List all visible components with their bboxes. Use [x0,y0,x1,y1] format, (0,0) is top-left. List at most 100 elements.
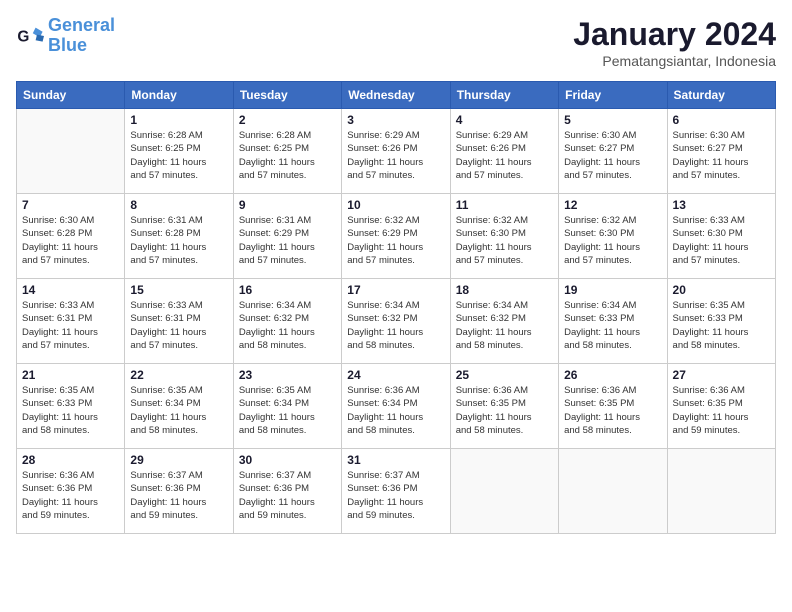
day-info: Sunrise: 6:35 AM Sunset: 6:33 PM Dayligh… [673,299,770,352]
day-info: Sunrise: 6:35 AM Sunset: 6:33 PM Dayligh… [22,384,119,437]
day-number: 19 [564,283,661,297]
day-info: Sunrise: 6:34 AM Sunset: 6:32 PM Dayligh… [239,299,336,352]
column-header-tuesday: Tuesday [233,82,341,109]
column-header-saturday: Saturday [667,82,775,109]
day-number: 28 [22,453,119,467]
day-number: 18 [456,283,553,297]
day-info: Sunrise: 6:32 AM Sunset: 6:30 PM Dayligh… [456,214,553,267]
day-info: Sunrise: 6:30 AM Sunset: 6:28 PM Dayligh… [22,214,119,267]
day-info: Sunrise: 6:36 AM Sunset: 6:36 PM Dayligh… [22,469,119,522]
day-number: 7 [22,198,119,212]
day-number: 6 [673,113,770,127]
day-info: Sunrise: 6:32 AM Sunset: 6:30 PM Dayligh… [564,214,661,267]
calendar-cell: 6Sunrise: 6:30 AM Sunset: 6:27 PM Daylig… [667,109,775,194]
calendar-cell: 10 Sunrise: 6:32 AM Sunset: 6:29 PM Dayli… [342,194,450,279]
day-info: Sunrise: 6:36 AM Sunset: 6:35 PM Dayligh… [564,384,661,437]
day-number: 12 [564,198,661,212]
column-header-friday: Friday [559,82,667,109]
calendar-cell: 8 Sunrise: 6:31 AM Sunset: 6:28 PM Daylig… [125,194,233,279]
day-info: Sunrise: 6:35 AM Sunset: 6:34 PM Dayligh… [130,384,227,437]
day-number: 14 [22,283,119,297]
day-number: 17 [347,283,444,297]
week-row-5: 28 Sunrise: 6:36 AM Sunset: 6:36 PM Dayli… [17,449,776,534]
column-header-sunday: Sunday [17,82,125,109]
day-number: 15 [130,283,227,297]
calendar-cell: 26 Sunrise: 6:36 AM Sunset: 6:35 PM Dayli… [559,364,667,449]
page-header: G General Blue January 2024 Pematangsian… [16,16,776,69]
calendar-cell: 15 Sunrise: 6:33 AM Sunset: 6:31 PM Dayli… [125,279,233,364]
calendar-cell [450,449,558,534]
calendar-cell: 29 Sunrise: 6:37 AM Sunset: 6:36 PM Dayli… [125,449,233,534]
day-info: Sunrise: 6:37 AM Sunset: 6:36 PM Dayligh… [130,469,227,522]
calendar-cell: 24Sunrise: 6:36 AM Sunset: 6:34 PM Dayli… [342,364,450,449]
calendar-cell: 20 Sunrise: 6:35 AM Sunset: 6:33 PM Dayli… [667,279,775,364]
day-number: 31 [347,453,444,467]
day-number: 4 [456,113,553,127]
calendar-cell: 9 Sunrise: 6:31 AM Sunset: 6:29 PM Daylig… [233,194,341,279]
logo: G General Blue [16,16,115,56]
day-number: 8 [130,198,227,212]
day-number: 10 [347,198,444,212]
week-row-4: 21Sunrise: 6:35 AM Sunset: 6:33 PM Dayli… [17,364,776,449]
day-info: Sunrise: 6:31 AM Sunset: 6:28 PM Dayligh… [130,214,227,267]
calendar-cell: 31 Sunrise: 6:37 AM Sunset: 6:36 PM Dayli… [342,449,450,534]
day-info: Sunrise: 6:34 AM Sunset: 6:32 PM Dayligh… [347,299,444,352]
day-info: Sunrise: 6:35 AM Sunset: 6:34 PM Dayligh… [239,384,336,437]
week-row-1: 1 Sunrise: 6:28 AM Sunset: 6:25 PM Daylig… [17,109,776,194]
calendar-cell: 23 Sunrise: 6:35 AM Sunset: 6:34 PM Dayli… [233,364,341,449]
day-number: 1 [130,113,227,127]
calendar-cell: 3Sunrise: 6:29 AM Sunset: 6:26 PM Daylig… [342,109,450,194]
day-number: 25 [456,368,553,382]
day-number: 11 [456,198,553,212]
calendar-cell: 14 Sunrise: 6:33 AM Sunset: 6:31 PM Dayli… [17,279,125,364]
day-info: Sunrise: 6:32 AM Sunset: 6:29 PM Dayligh… [347,214,444,267]
day-info: Sunrise: 6:29 AM Sunset: 6:26 PM Dayligh… [456,129,553,182]
calendar-cell: 7 Sunrise: 6:30 AM Sunset: 6:28 PM Daylig… [17,194,125,279]
calendar-cell: 4 Sunrise: 6:29 AM Sunset: 6:26 PM Daylig… [450,109,558,194]
day-number: 9 [239,198,336,212]
day-info: Sunrise: 6:37 AM Sunset: 6:36 PM Dayligh… [239,469,336,522]
column-header-thursday: Thursday [450,82,558,109]
day-info: Sunrise: 6:33 AM Sunset: 6:31 PM Dayligh… [130,299,227,352]
calendar-cell: 21Sunrise: 6:35 AM Sunset: 6:33 PM Dayli… [17,364,125,449]
day-number: 5 [564,113,661,127]
day-info: Sunrise: 6:36 AM Sunset: 6:35 PM Dayligh… [456,384,553,437]
calendar-cell [667,449,775,534]
calendar-header-row: SundayMondayTuesdayWednesdayThursdayFrid… [17,82,776,109]
calendar-cell: 19 Sunrise: 6:34 AM Sunset: 6:33 PM Dayli… [559,279,667,364]
day-info: Sunrise: 6:33 AM Sunset: 6:31 PM Dayligh… [22,299,119,352]
day-number: 2 [239,113,336,127]
day-info: Sunrise: 6:34 AM Sunset: 6:33 PM Dayligh… [564,299,661,352]
day-info: Sunrise: 6:37 AM Sunset: 6:36 PM Dayligh… [347,469,444,522]
day-number: 13 [673,198,770,212]
day-info: Sunrise: 6:28 AM Sunset: 6:25 PM Dayligh… [130,129,227,182]
calendar-cell: 22Sunrise: 6:35 AM Sunset: 6:34 PM Dayli… [125,364,233,449]
day-info: Sunrise: 6:33 AM Sunset: 6:30 PM Dayligh… [673,214,770,267]
calendar-cell: 11 Sunrise: 6:32 AM Sunset: 6:30 PM Dayli… [450,194,558,279]
day-info: Sunrise: 6:36 AM Sunset: 6:34 PM Dayligh… [347,384,444,437]
calendar-cell: 25 Sunrise: 6:36 AM Sunset: 6:35 PM Dayli… [450,364,558,449]
calendar-cell: 2 Sunrise: 6:28 AM Sunset: 6:25 PM Daylig… [233,109,341,194]
day-number: 20 [673,283,770,297]
day-number: 27 [673,368,770,382]
calendar-cell: 5 Sunrise: 6:30 AM Sunset: 6:27 PM Daylig… [559,109,667,194]
day-number: 26 [564,368,661,382]
day-info: Sunrise: 6:30 AM Sunset: 6:27 PM Dayligh… [564,129,661,182]
calendar-cell: 27 Sunrise: 6:36 AM Sunset: 6:35 PM Dayli… [667,364,775,449]
calendar-cell: 13 Sunrise: 6:33 AM Sunset: 6:30 PM Dayli… [667,194,775,279]
calendar-cell [559,449,667,534]
day-number: 30 [239,453,336,467]
day-info: Sunrise: 6:28 AM Sunset: 6:25 PM Dayligh… [239,129,336,182]
day-number: 23 [239,368,336,382]
calendar-cell: 16Sunrise: 6:34 AM Sunset: 6:32 PM Dayli… [233,279,341,364]
day-info: Sunrise: 6:34 AM Sunset: 6:32 PM Dayligh… [456,299,553,352]
calendar-cell: 28 Sunrise: 6:36 AM Sunset: 6:36 PM Dayli… [17,449,125,534]
day-info: Sunrise: 6:36 AM Sunset: 6:35 PM Dayligh… [673,384,770,437]
day-number: 29 [130,453,227,467]
week-row-2: 7 Sunrise: 6:30 AM Sunset: 6:28 PM Daylig… [17,194,776,279]
calendar-table: SundayMondayTuesdayWednesdayThursdayFrid… [16,81,776,534]
week-row-3: 14 Sunrise: 6:33 AM Sunset: 6:31 PM Dayli… [17,279,776,364]
column-header-wednesday: Wednesday [342,82,450,109]
calendar-cell: 12 Sunrise: 6:32 AM Sunset: 6:30 PM Dayli… [559,194,667,279]
day-info: Sunrise: 6:31 AM Sunset: 6:29 PM Dayligh… [239,214,336,267]
